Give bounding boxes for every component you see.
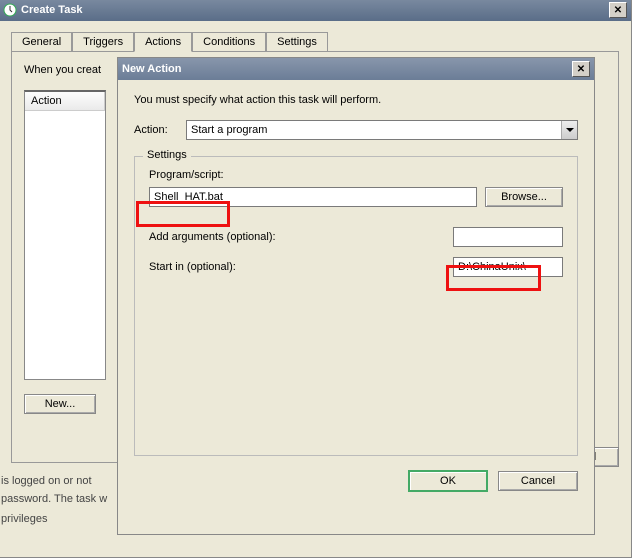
program-script-label: Program/script:: [149, 169, 563, 181]
tab-actions[interactable]: Actions: [134, 32, 192, 52]
browse-button[interactable]: Browse...: [485, 187, 563, 207]
tab-triggers[interactable]: Triggers: [72, 32, 134, 52]
create-task-titlebar: Create Task ✕: [0, 0, 631, 21]
start-in-label: Start in (optional):: [149, 261, 445, 273]
settings-fieldset: Settings Program/script: Browse... Add a…: [134, 156, 578, 456]
create-task-title: Create Task: [21, 4, 609, 16]
settings-legend: Settings: [143, 149, 191, 161]
new-action-dialog: New Action ✕ You must specify what actio…: [117, 57, 595, 535]
new-action-titlebar: New Action ✕: [118, 58, 594, 80]
tab-conditions[interactable]: Conditions: [192, 32, 266, 52]
new-action-button[interactable]: New...: [24, 394, 96, 414]
chevron-down-icon[interactable]: [561, 121, 577, 139]
tab-general[interactable]: General: [11, 32, 72, 52]
ok-button[interactable]: OK: [408, 470, 488, 492]
action-combo[interactable]: Start a program: [186, 120, 578, 140]
add-arguments-label: Add arguments (optional):: [149, 231, 445, 243]
actions-list-column-action[interactable]: Action: [25, 92, 105, 111]
actions-list[interactable]: Action: [24, 90, 106, 380]
tab-settings[interactable]: Settings: [266, 32, 328, 52]
cancel-button[interactable]: Cancel: [498, 471, 578, 491]
action-label: Action:: [134, 124, 178, 136]
new-action-intro: You must specify what action this task w…: [134, 94, 578, 106]
add-arguments-input[interactable]: [453, 227, 563, 247]
new-action-close-button[interactable]: ✕: [572, 61, 590, 77]
action-combo-value: Start a program: [187, 124, 561, 136]
create-task-close-button[interactable]: ✕: [609, 2, 627, 18]
new-action-title: New Action: [122, 63, 572, 75]
task-scheduler-icon: [3, 3, 17, 17]
start-in-input[interactable]: [453, 257, 563, 277]
tabs: General Triggers Actions Conditions Sett…: [11, 31, 631, 51]
program-script-input[interactable]: [149, 187, 477, 207]
